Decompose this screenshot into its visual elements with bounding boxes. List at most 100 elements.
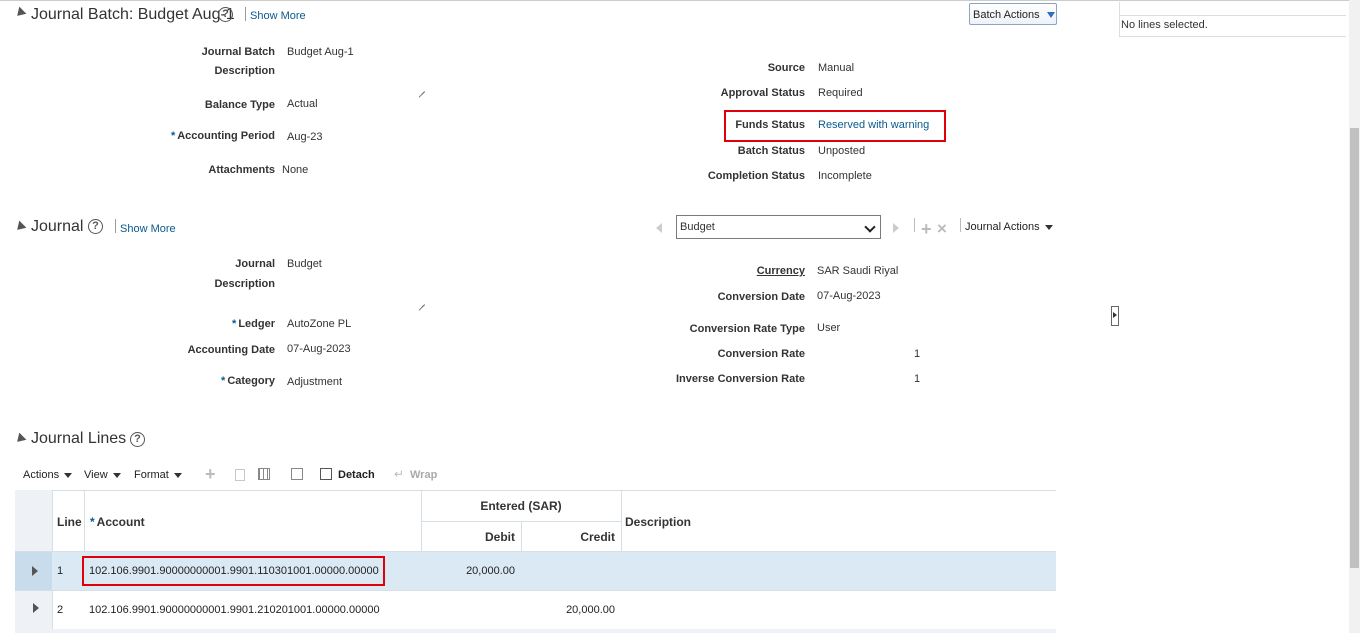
- actions-menu[interactable]: Actions: [23, 469, 73, 481]
- column-header-description[interactable]: Description: [625, 515, 691, 529]
- currency-value[interactable]: SAR Saudi Riyal: [817, 265, 898, 277]
- batch-status-label: Batch Status: [737, 145, 805, 157]
- journal-actions-separator: [960, 218, 961, 232]
- journal-batch-label: Journal Batch: [201, 46, 275, 58]
- batch-actions-button[interactable]: Batch Actions: [969, 3, 1057, 25]
- columns-icon[interactable]: [258, 468, 270, 480]
- detach-icon: [320, 468, 332, 480]
- next-journal-icon[interactable]: [893, 223, 899, 233]
- conversion-rate-value[interactable]: 1: [914, 348, 920, 360]
- approval-status-value: Required: [818, 87, 863, 99]
- approval-status-label: Approval Status: [720, 87, 805, 99]
- format-menu-label: Format: [134, 469, 169, 481]
- accounting-date-value[interactable]: 07-Aug-2023: [287, 343, 351, 355]
- chevron-down-icon: [173, 472, 182, 478]
- required-icon: *: [90, 515, 95, 529]
- lines-title: Journal Lines: [31, 430, 127, 447]
- funds-status-highlight: [724, 110, 946, 142]
- attachments-value[interactable]: None: [282, 164, 308, 176]
- category-label: * Category: [221, 375, 275, 387]
- required-icon: *: [232, 318, 237, 330]
- scrollbar-thumb[interactable]: [1350, 128, 1359, 568]
- row-divider: [15, 629, 1056, 633]
- attachments-label: Attachments: [208, 164, 275, 176]
- journal-show-more-link[interactable]: Show More: [120, 223, 176, 235]
- expand-right-icon: [1113, 312, 1117, 318]
- accounting-period-value[interactable]: Aug-23: [287, 131, 322, 143]
- resize-grip-icon[interactable]: [417, 84, 425, 92]
- completion-status-value: Incomplete: [818, 170, 872, 182]
- delete-journal-icon[interactable]: ×: [937, 220, 947, 237]
- filter-icon[interactable]: [291, 468, 303, 480]
- column-header-account[interactable]: * Account: [90, 515, 145, 529]
- column-header-entered: Entered (SAR): [480, 499, 562, 513]
- journal-batch-value[interactable]: Budget Aug-1: [287, 46, 354, 58]
- header-subdivider: [421, 521, 621, 522]
- batch-description-label: Description: [214, 65, 275, 77]
- chevron-down-icon: [64, 472, 73, 478]
- source-label: Source: [767, 62, 805, 74]
- view-menu[interactable]: View: [84, 469, 121, 481]
- journal-description-field[interactable]: [285, 275, 425, 305]
- add-journal-icon[interactable]: +: [921, 220, 932, 238]
- conversion-date-value[interactable]: 07-Aug-2023: [817, 290, 881, 302]
- balance-type-label: Balance Type: [204, 99, 275, 111]
- selection-panel: No lines selected.: [1119, 15, 1346, 37]
- wrap-icon: ↵: [394, 467, 405, 481]
- journal-tools-separator: [914, 218, 915, 232]
- inverse-conversion-rate-value[interactable]: 1: [914, 373, 920, 385]
- detach-button[interactable]: Detach: [338, 469, 375, 481]
- journal-name-label: Journal: [235, 258, 275, 270]
- accounting-period-label: * Accounting Period: [170, 130, 275, 142]
- journal-select[interactable]: Budget: [676, 215, 881, 239]
- batch-actions-label: Batch Actions: [973, 9, 1040, 21]
- batch-help-icon[interactable]: ?: [218, 7, 233, 22]
- required-icon: *: [170, 130, 176, 142]
- batch-status-value: Unposted: [818, 145, 866, 157]
- currency-label[interactable]: Currency: [757, 265, 805, 277]
- completion-status-label: Completion Status: [707, 170, 805, 182]
- collapse-batch-icon[interactable]: [13, 6, 27, 20]
- column-header-line[interactable]: Line: [57, 515, 82, 529]
- journal-actions-menu[interactable]: Journal Actions: [965, 221, 1053, 233]
- no-lines-text: No lines selected.: [1121, 19, 1208, 31]
- panel-splitter-handle[interactable]: [1111, 306, 1119, 326]
- ledger-value[interactable]: AutoZone PL: [287, 318, 351, 330]
- table-row[interactable]: 2 102.106.9901.90000000001.9901.21020100…: [53, 591, 1056, 629]
- format-menu[interactable]: Format: [134, 469, 182, 481]
- ledger-label: * Ledger: [232, 318, 275, 330]
- col-divider: [621, 490, 622, 551]
- batch-description-field[interactable]: [285, 62, 425, 92]
- journal-select-value: Budget: [680, 221, 715, 233]
- scrollbar-track[interactable]: [1349, 0, 1360, 633]
- journal-help-icon[interactable]: ?: [88, 219, 103, 234]
- view-menu-label: View: [84, 469, 108, 481]
- resize-grip-icon[interactable]: [417, 297, 425, 305]
- previous-journal-icon[interactable]: [656, 223, 662, 233]
- lines-help-icon[interactable]: ?: [130, 432, 145, 447]
- accounting-date-label: Accounting Date: [187, 344, 275, 356]
- row-line-number: 2: [57, 604, 64, 616]
- collapse-journal-icon[interactable]: [13, 220, 27, 234]
- delete-row-icon[interactable]: [235, 469, 245, 481]
- journal-separator: [115, 219, 116, 233]
- chevron-down-icon: [1044, 224, 1053, 230]
- journal-description-label: Description: [214, 278, 275, 290]
- column-header-credit[interactable]: Credit: [521, 530, 615, 544]
- batch-show-more-link[interactable]: Show More: [250, 10, 306, 22]
- journal-name-value[interactable]: Budget: [287, 258, 322, 270]
- category-value[interactable]: Adjustment: [287, 376, 342, 388]
- conversion-rate-type-label: Conversion Rate Type: [689, 323, 805, 335]
- conversion-rate-type-value[interactable]: User: [817, 322, 840, 334]
- expand-row-icon[interactable]: [33, 603, 39, 613]
- balance-type-value: Actual: [287, 98, 318, 110]
- wrap-button[interactable]: Wrap: [410, 469, 437, 481]
- actions-menu-label: Actions: [23, 469, 60, 481]
- expand-row-icon[interactable]: [32, 566, 38, 576]
- collapse-lines-icon[interactable]: [13, 432, 27, 446]
- row-credit[interactable]: 20,000.00: [521, 604, 615, 616]
- column-header-debit[interactable]: Debit: [421, 530, 515, 544]
- row-debit[interactable]: 20,000.00: [421, 565, 515, 577]
- row-account[interactable]: 102.106.9901.90000000001.9901.210201001.…: [89, 604, 380, 616]
- add-row-icon[interactable]: +: [205, 465, 216, 483]
